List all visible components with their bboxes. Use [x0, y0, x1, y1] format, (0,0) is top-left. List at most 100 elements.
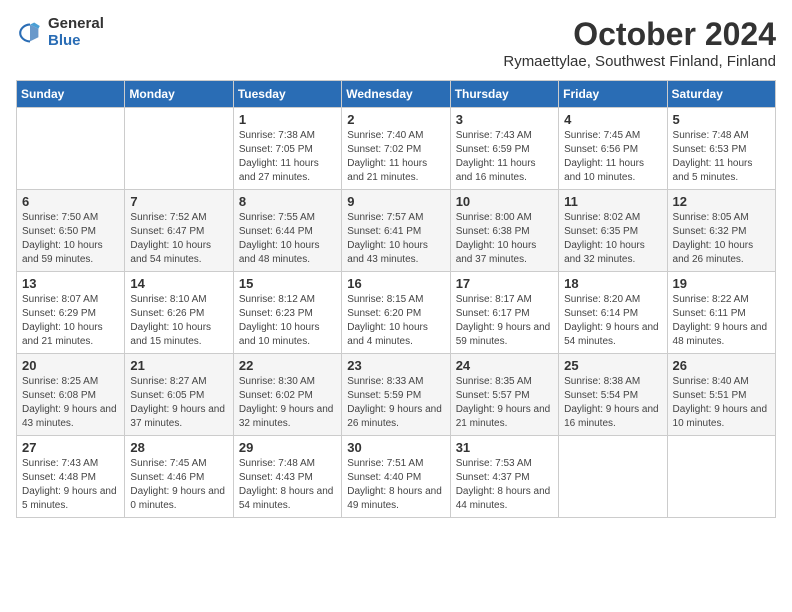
logo-general: General [48, 16, 104, 33]
day-number: 20 [22, 358, 119, 373]
day-cell [559, 436, 667, 518]
day-cell: 2 Sunrise: 7:40 AMSunset: 7:02 PMDaylight… [342, 108, 450, 190]
day-info: Sunrise: 8:40 AMSunset: 5:51 PMDaylight:… [673, 375, 770, 431]
day-header-monday: Monday [125, 81, 233, 108]
day-cell: 5 Sunrise: 7:48 AMSunset: 6:53 PMDaylight… [667, 108, 775, 190]
day-info: Sunrise: 7:57 AMSunset: 6:41 PMDaylight:… [347, 211, 444, 267]
day-info: Sunrise: 7:55 AMSunset: 6:44 PMDaylight:… [239, 211, 336, 267]
day-cell: 14Sunrise: 8:10 AMSunset: 6:26 PMDayligh… [125, 272, 233, 354]
day-cell: 1 Sunrise: 7:38 AMSunset: 7:05 PMDaylight… [233, 108, 341, 190]
day-info: Sunrise: 8:22 AMSunset: 6:11 PMDaylight:… [673, 293, 770, 349]
day-cell: 20 Sunrise: 8:25 AMSunset: 6:08 PMDayligh… [17, 354, 125, 436]
day-cell: 7Sunrise: 7:52 AMSunset: 6:47 PMDaylight… [125, 190, 233, 272]
week-row-4: 20 Sunrise: 8:25 AMSunset: 6:08 PMDayligh… [17, 354, 776, 436]
day-cell: 29 Sunrise: 7:48 AMSunset: 4:43 PMDayligh… [233, 436, 341, 518]
day-cell: 12 Sunrise: 8:05 AMSunset: 6:32 PMDayligh… [667, 190, 775, 272]
day-number: 29 [239, 440, 336, 455]
day-info: Sunrise: 8:30 AMSunset: 6:02 PMDaylight:… [239, 375, 336, 431]
day-number: 24 [456, 358, 553, 373]
day-info: Sunrise: 8:35 AMSunset: 5:57 PMDaylight:… [456, 375, 553, 431]
day-cell: 9 Sunrise: 7:57 AMSunset: 6:41 PMDaylight… [342, 190, 450, 272]
day-info: Sunrise: 7:40 AMSunset: 7:02 PMDaylight:… [347, 129, 444, 185]
day-cell: 18Sunrise: 8:20 AMSunset: 6:14 PMDayligh… [559, 272, 667, 354]
logo-blue: Blue [48, 33, 104, 50]
week-row-2: 6Sunrise: 7:50 AMSunset: 6:50 PMDaylight… [17, 190, 776, 272]
week-row-5: 27Sunrise: 7:43 AMSunset: 4:48 PMDayligh… [17, 436, 776, 518]
day-number: 17 [456, 276, 553, 291]
location-subtitle: Rymaettylae, Southwest Finland, Finland [503, 53, 776, 70]
day-info: Sunrise: 8:12 AMSunset: 6:23 PMDaylight:… [239, 293, 336, 349]
day-cell: 15 Sunrise: 8:12 AMSunset: 6:23 PMDayligh… [233, 272, 341, 354]
day-cell: 22 Sunrise: 8:30 AMSunset: 6:02 PMDayligh… [233, 354, 341, 436]
day-number: 5 [673, 112, 770, 127]
day-number: 9 [347, 194, 444, 209]
day-cell [125, 108, 233, 190]
day-number: 16 [347, 276, 444, 291]
day-info: Sunrise: 7:48 AMSunset: 6:53 PMDaylight:… [673, 129, 770, 185]
logo-icon [16, 19, 44, 47]
day-cell: 10Sunrise: 8:00 AMSunset: 6:38 PMDayligh… [450, 190, 558, 272]
day-number: 31 [456, 440, 553, 455]
day-header-sunday: Sunday [17, 81, 125, 108]
day-header-saturday: Saturday [667, 81, 775, 108]
day-cell [667, 436, 775, 518]
page-header: General Blue October 2024 Rymaettylae, S… [16, 16, 776, 70]
day-header-wednesday: Wednesday [342, 81, 450, 108]
day-info: Sunrise: 8:07 AMSunset: 6:29 PMDaylight:… [22, 293, 119, 349]
day-cell: 13Sunrise: 8:07 AMSunset: 6:29 PMDayligh… [17, 272, 125, 354]
day-header-tuesday: Tuesday [233, 81, 341, 108]
day-info: Sunrise: 7:45 AMSunset: 6:56 PMDaylight:… [564, 129, 661, 185]
day-cell: 8Sunrise: 7:55 AMSunset: 6:44 PMDaylight… [233, 190, 341, 272]
week-row-1: 1 Sunrise: 7:38 AMSunset: 7:05 PMDaylight… [17, 108, 776, 190]
day-info: Sunrise: 8:38 AMSunset: 5:54 PMDaylight:… [564, 375, 661, 431]
calendar-table: SundayMondayTuesdayWednesdayThursdayFrid… [16, 80, 776, 518]
day-number: 6 [22, 194, 119, 209]
day-cell: 21 Sunrise: 8:27 AMSunset: 6:05 PMDayligh… [125, 354, 233, 436]
day-number: 23 [347, 358, 444, 373]
day-cell: 6Sunrise: 7:50 AMSunset: 6:50 PMDaylight… [17, 190, 125, 272]
day-cell: 19 Sunrise: 8:22 AMSunset: 6:11 PMDayligh… [667, 272, 775, 354]
day-number: 2 [347, 112, 444, 127]
day-cell: 26 Sunrise: 8:40 AMSunset: 5:51 PMDayligh… [667, 354, 775, 436]
day-cell: 16 Sunrise: 8:15 AMSunset: 6:20 PMDayligh… [342, 272, 450, 354]
day-cell: 30Sunrise: 7:51 AMSunset: 4:40 PMDayligh… [342, 436, 450, 518]
day-number: 1 [239, 112, 336, 127]
logo-text: General Blue [48, 16, 104, 49]
day-cell: 25Sunrise: 8:38 AMSunset: 5:54 PMDayligh… [559, 354, 667, 436]
day-info: Sunrise: 7:53 AMSunset: 4:37 PMDaylight:… [456, 457, 553, 513]
day-info: Sunrise: 8:15 AMSunset: 6:20 PMDaylight:… [347, 293, 444, 349]
day-cell [17, 108, 125, 190]
day-info: Sunrise: 8:27 AMSunset: 6:05 PMDaylight:… [130, 375, 227, 431]
day-cell: 27Sunrise: 7:43 AMSunset: 4:48 PMDayligh… [17, 436, 125, 518]
day-number: 28 [130, 440, 227, 455]
day-number: 4 [564, 112, 661, 127]
day-info: Sunrise: 7:43 AMSunset: 6:59 PMDaylight:… [456, 129, 553, 185]
day-cell: 11Sunrise: 8:02 AMSunset: 6:35 PMDayligh… [559, 190, 667, 272]
day-number: 21 [130, 358, 227, 373]
day-number: 22 [239, 358, 336, 373]
day-info: Sunrise: 8:17 AMSunset: 6:17 PMDaylight:… [456, 293, 553, 349]
day-number: 14 [130, 276, 227, 291]
day-info: Sunrise: 8:25 AMSunset: 6:08 PMDaylight:… [22, 375, 119, 431]
day-info: Sunrise: 8:00 AMSunset: 6:38 PMDaylight:… [456, 211, 553, 267]
day-info: Sunrise: 7:45 AMSunset: 4:46 PMDaylight:… [130, 457, 227, 513]
day-number: 27 [22, 440, 119, 455]
day-number: 18 [564, 276, 661, 291]
day-cell: 4 Sunrise: 7:45 AMSunset: 6:56 PMDaylight… [559, 108, 667, 190]
day-info: Sunrise: 7:38 AMSunset: 7:05 PMDaylight:… [239, 129, 336, 185]
day-info: Sunrise: 7:48 AMSunset: 4:43 PMDaylight:… [239, 457, 336, 513]
day-cell: 31 Sunrise: 7:53 AMSunset: 4:37 PMDayligh… [450, 436, 558, 518]
day-number: 26 [673, 358, 770, 373]
day-cell: 3Sunrise: 7:43 AMSunset: 6:59 PMDaylight… [450, 108, 558, 190]
day-number: 15 [239, 276, 336, 291]
day-number: 19 [673, 276, 770, 291]
month-title: October 2024 [503, 16, 776, 53]
header-row: SundayMondayTuesdayWednesdayThursdayFrid… [17, 81, 776, 108]
day-info: Sunrise: 8:05 AMSunset: 6:32 PMDaylight:… [673, 211, 770, 267]
day-cell: 24 Sunrise: 8:35 AMSunset: 5:57 PMDayligh… [450, 354, 558, 436]
day-number: 12 [673, 194, 770, 209]
week-row-3: 13Sunrise: 8:07 AMSunset: 6:29 PMDayligh… [17, 272, 776, 354]
day-cell: 17 Sunrise: 8:17 AMSunset: 6:17 PMDayligh… [450, 272, 558, 354]
day-info: Sunrise: 8:33 AMSunset: 5:59 PMDaylight:… [347, 375, 444, 431]
day-info: Sunrise: 8:02 AMSunset: 6:35 PMDaylight:… [564, 211, 661, 267]
